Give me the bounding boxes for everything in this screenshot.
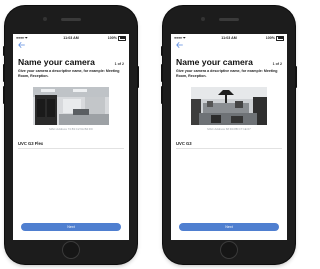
- step-indicator: 1 of 2: [272, 62, 282, 66]
- status-time: 11:03 AM: [63, 36, 79, 40]
- camera-preview-image: [33, 87, 109, 126]
- home-button[interactable]: [220, 241, 238, 259]
- next-button[interactable]: Next: [21, 223, 121, 231]
- power-button: [295, 66, 297, 88]
- volume-up-button: [3, 64, 5, 82]
- volume-down-button: [3, 86, 5, 104]
- status-bar: ●●●● ᯤ 11:03 AM 100%: [171, 34, 287, 42]
- power-button: [137, 66, 139, 88]
- front-camera: [43, 17, 47, 21]
- input-underline: [18, 148, 124, 149]
- back-arrow-icon: [18, 42, 25, 48]
- camera-preview: [191, 87, 267, 126]
- page-title: Name your camera: [18, 57, 95, 67]
- back-button[interactable]: [171, 42, 287, 52]
- page-description: Give your camera a descriptive name, for…: [18, 69, 120, 78]
- status-time: 11:03 AM: [221, 36, 237, 40]
- input-underline: [176, 148, 282, 149]
- screen: ●●●● ᯤ 11:03 AM 100% Name your camera 1 …: [13, 34, 129, 240]
- earpiece: [219, 18, 239, 21]
- volume-down-button: [161, 86, 163, 104]
- battery-icon: [276, 35, 284, 41]
- earpiece: [61, 18, 81, 21]
- volume-up-button: [161, 64, 163, 82]
- phone-right: ●●●● ᯤ 11:03 AM 100% Name your camera 1 …: [161, 6, 297, 264]
- screen: ●●●● ᯤ 11:03 AM 100% Name your camera 1 …: [171, 34, 287, 240]
- home-button[interactable]: [62, 241, 80, 259]
- mute-switch: [3, 46, 5, 56]
- front-camera: [201, 17, 205, 21]
- camera-name-input[interactable]: UVC G3: [171, 131, 287, 146]
- next-button[interactable]: Next: [179, 223, 279, 231]
- phone-left: ●●●● ᯤ 11:03 AM 100% Name your camera 1 …: [3, 6, 139, 264]
- step-indicator: 1 of 2: [114, 62, 124, 66]
- mute-switch: [161, 46, 163, 56]
- page-description: Give your camera a descriptive name, for…: [176, 69, 278, 78]
- back-button[interactable]: [13, 42, 129, 52]
- camera-preview: [33, 87, 109, 126]
- camera-preview-image: [191, 87, 267, 126]
- back-arrow-icon: [176, 42, 183, 48]
- page-title: Name your camera: [176, 57, 253, 67]
- battery-icon: [118, 35, 126, 41]
- status-bar: ●●●● ᯤ 11:03 AM 100%: [13, 34, 129, 42]
- camera-name-input[interactable]: UVC G3 Flex: [13, 131, 129, 146]
